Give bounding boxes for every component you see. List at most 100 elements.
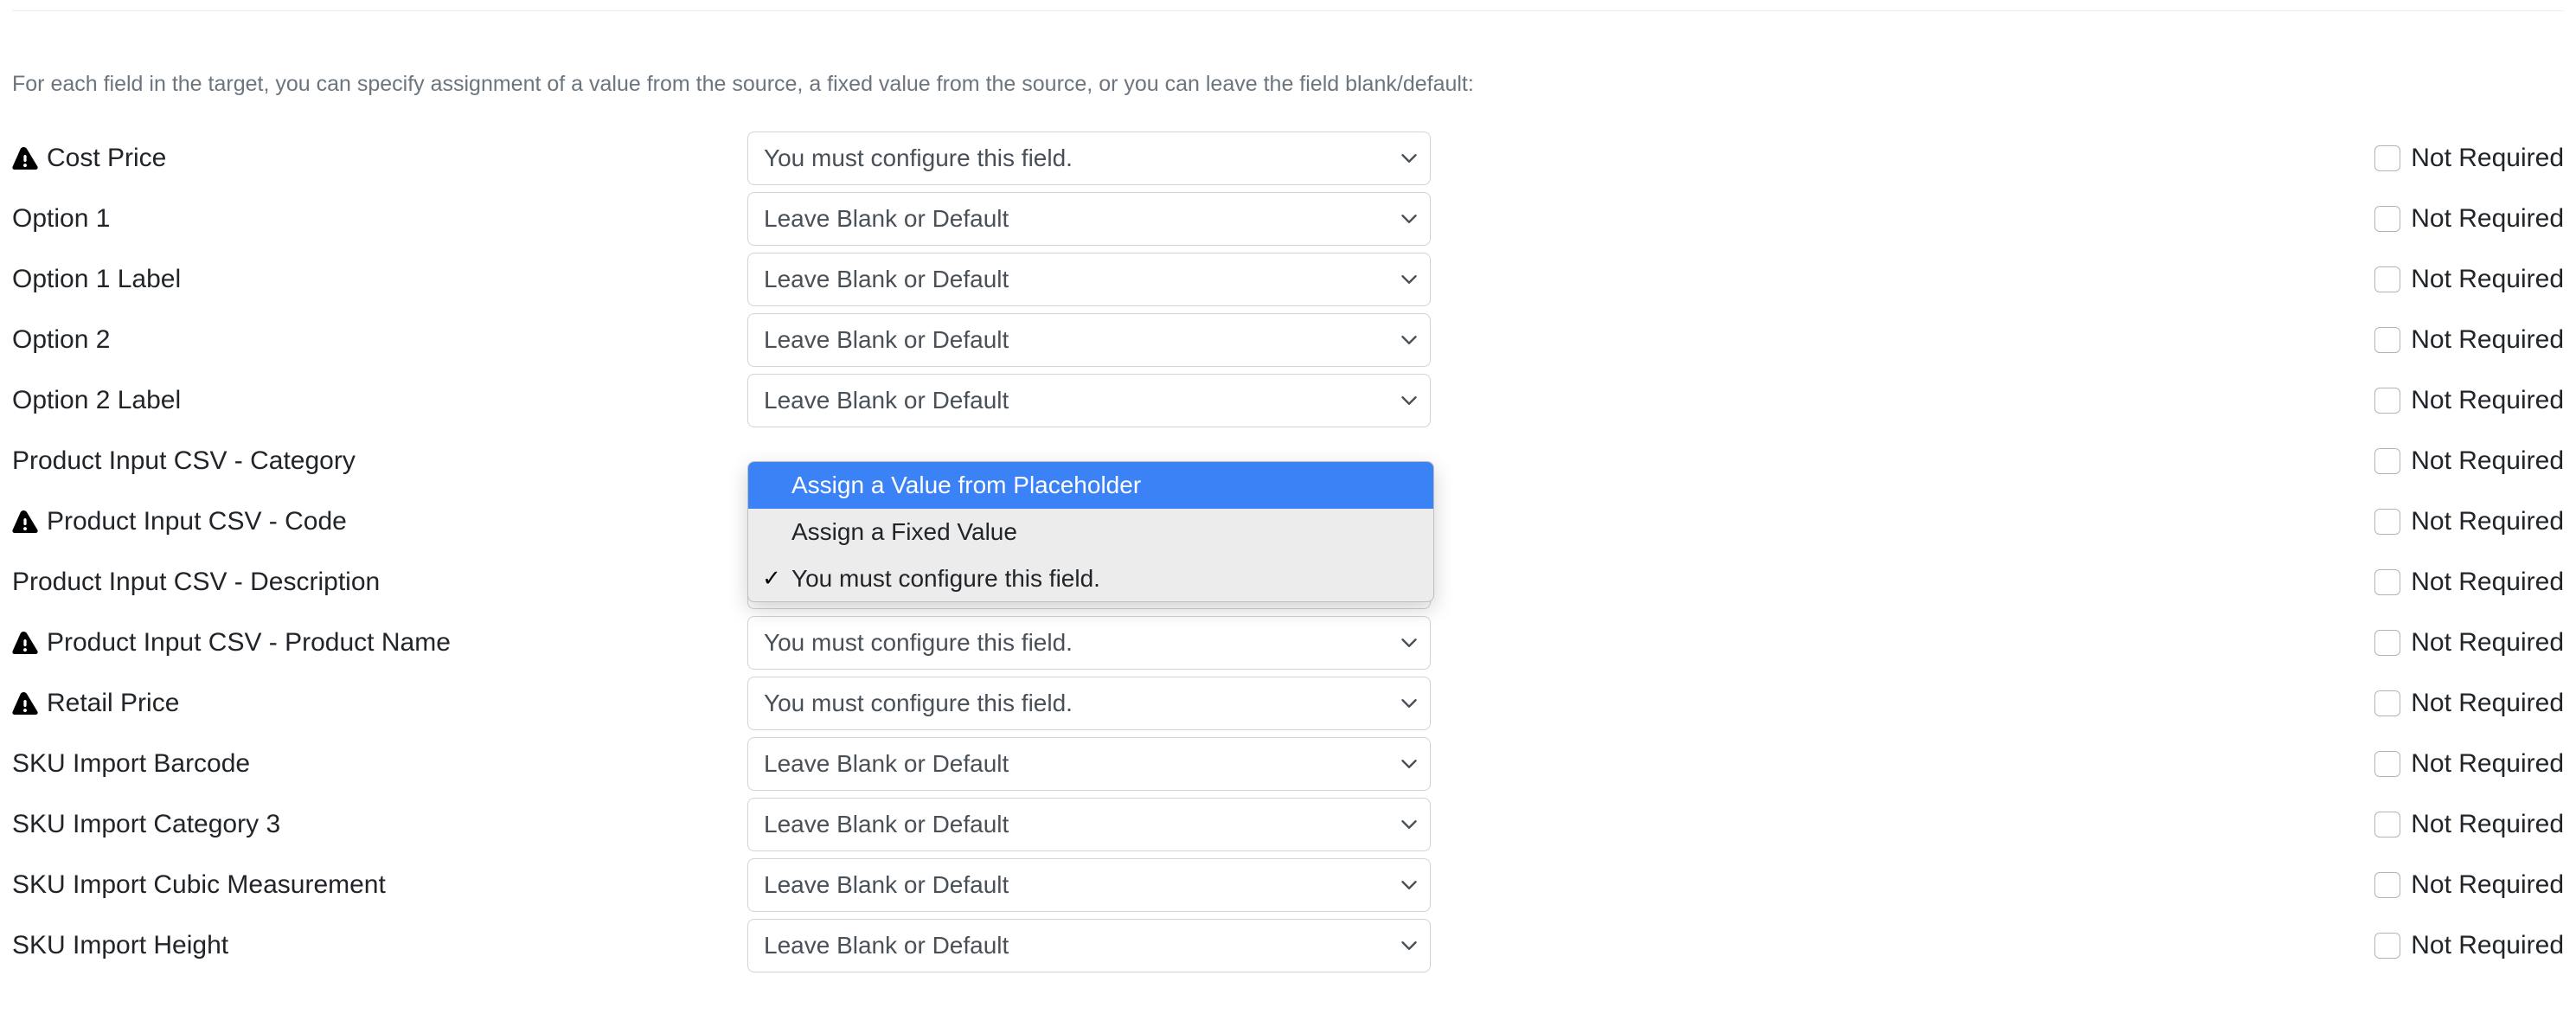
not-required-checkbox[interactable] <box>2374 145 2400 171</box>
field-label: Product Input CSV - Category <box>12 446 356 476</box>
field-label: Option 1 Label <box>12 265 181 294</box>
mapping-select[interactable]: Leave Blank or Default <box>747 313 1431 367</box>
field-label: Option 1 <box>12 204 110 234</box>
mapping-select-value: Leave Blank or Default <box>764 205 1009 233</box>
not-required-checkbox[interactable] <box>2374 751 2400 777</box>
mapping-select[interactable]: Leave Blank or Default <box>747 374 1431 427</box>
not-required-checkbox[interactable] <box>2374 448 2400 474</box>
intro-text: For each field in the target, you can sp… <box>12 72 2564 97</box>
mapping-select[interactable]: Leave Blank or Default <box>747 737 1431 791</box>
mapping-select-value: Leave Blank or Default <box>764 811 1009 838</box>
dropdown-option-label: Assign a Fixed Value <box>791 516 1017 549</box>
dropdown-option-label: Assign a Value from Placeholder <box>791 469 1141 502</box>
chevron-down-icon <box>1401 819 1417 830</box>
not-required-checkbox[interactable] <box>2374 266 2400 292</box>
mapping-select[interactable]: Leave Blank or Default <box>747 798 1431 851</box>
not-required-cell: Not Required <box>2374 870 2564 900</box>
not-required-checkbox[interactable] <box>2374 872 2400 898</box>
select-wrap: Leave Blank or Default <box>747 253 1431 306</box>
mapping-select-value: Leave Blank or Default <box>764 266 1009 293</box>
select-wrap: Leave Blank or Default <box>747 313 1431 367</box>
not-required-checkbox[interactable] <box>2374 812 2400 838</box>
dropdown-option[interactable]: Assign a Value from Placeholder <box>748 462 1433 509</box>
mapping-select-value: Leave Blank or Default <box>764 326 1009 354</box>
section-divider <box>12 10 2564 11</box>
dropdown-option-label: You must configure this field. <box>791 562 1100 595</box>
warning-icon <box>12 147 38 170</box>
field-label-cell: Product Input CSV - Product Name <box>12 628 747 658</box>
field-label: Retail Price <box>47 689 179 718</box>
field-label-cell: SKU Import Category 3 <box>12 810 747 839</box>
field-label: Option 2 <box>12 325 110 355</box>
not-required-checkbox[interactable] <box>2374 509 2400 535</box>
mapping-select[interactable]: Leave Blank or Default <box>747 858 1431 912</box>
mapping-select[interactable]: You must configure this field. <box>747 677 1431 730</box>
not-required-cell: Not Required <box>2374 144 2564 173</box>
not-required-checkbox[interactable] <box>2374 327 2400 353</box>
field-label-cell: Product Input CSV - Description <box>12 568 747 597</box>
warning-icon <box>12 692 38 715</box>
chevron-down-icon <box>1401 759 1417 769</box>
chevron-down-icon <box>1401 153 1417 164</box>
not-required-label: Not Required <box>2411 204 2564 234</box>
check-icon: ✓ <box>760 563 783 594</box>
chevron-down-icon <box>1401 214 1417 224</box>
mapping-select[interactable]: Leave Blank or Default <box>747 192 1431 246</box>
field-row: Option 1 Leave Blank or Default Not Requir… <box>12 192 2564 246</box>
mapping-select-value: Leave Blank or Default <box>764 932 1009 959</box>
not-required-label: Not Required <box>2411 507 2564 536</box>
select-wrap: You must configure this field. <box>747 677 1431 730</box>
field-row: SKU Import Category 3 Leave Blank or Defa… <box>12 798 2564 851</box>
not-required-label: Not Required <box>2411 446 2564 476</box>
mapping-select[interactable]: You must configure this field. <box>747 616 1431 670</box>
not-required-cell: Not Required <box>2374 446 2564 476</box>
select-wrap: You must configure this field. <box>747 616 1431 670</box>
field-label: Option 2 Label <box>12 386 181 415</box>
chevron-down-icon <box>1401 335 1417 345</box>
field-row: Product Input CSV - Product NameYou must… <box>12 616 2564 670</box>
field-label-cell: SKU Import Height <box>12 931 747 960</box>
mapping-select-value: Leave Blank or Default <box>764 871 1009 899</box>
warning-icon <box>12 510 38 533</box>
dropdown-option[interactable]: ✓ You must configure this field. <box>748 555 1433 602</box>
mapping-select[interactable]: Leave Blank or Default <box>747 253 1431 306</box>
not-required-checkbox[interactable] <box>2374 630 2400 656</box>
field-row: Product Input CSV - CategoryAssign a Val… <box>12 434 2564 488</box>
not-required-label: Not Required <box>2411 689 2564 718</box>
not-required-cell: Not Required <box>2374 204 2564 234</box>
not-required-label: Not Required <box>2411 568 2564 597</box>
not-required-label: Not Required <box>2411 931 2564 960</box>
not-required-cell: Not Required <box>2374 507 2564 536</box>
not-required-label: Not Required <box>2411 265 2564 294</box>
field-row: Retail Price You must configure this fiel… <box>12 677 2564 730</box>
dropdown-option[interactable]: Assign a Fixed Value <box>748 509 1433 555</box>
field-row: Option 2 Label Leave Blank or Default Not … <box>12 374 2564 427</box>
select-wrap: You must configure this field. <box>747 132 1431 185</box>
select-wrap: Leave Blank or Default <box>747 858 1431 912</box>
chevron-down-icon <box>1401 638 1417 648</box>
not-required-checkbox[interactable] <box>2374 933 2400 959</box>
not-required-label: Not Required <box>2411 386 2564 415</box>
mapping-select-dropdown[interactable]: Assign a Value from Placeholder Assign a … <box>747 461 1434 602</box>
select-wrap: Leave Blank or Default <box>747 737 1431 791</box>
mapping-select-value: Leave Blank or Default <box>764 750 1009 778</box>
mapping-select[interactable]: You must configure this field. <box>747 132 1431 185</box>
field-row: SKU Import BarcodeLeave Blank or Default… <box>12 737 2564 791</box>
mapping-select[interactable]: Leave Blank or Default <box>747 919 1431 972</box>
not-required-checkbox[interactable] <box>2374 206 2400 232</box>
not-required-checkbox[interactable] <box>2374 388 2400 414</box>
warning-icon <box>12 632 38 654</box>
not-required-cell: Not Required <box>2374 810 2564 839</box>
not-required-cell: Not Required <box>2374 628 2564 658</box>
field-label: SKU Import Category 3 <box>12 810 280 839</box>
not-required-label: Not Required <box>2411 144 2564 173</box>
not-required-cell: Not Required <box>2374 749 2564 779</box>
field-row: SKU Import Cubic MeasurementLeave Blank … <box>12 858 2564 912</box>
field-label-cell: Option 1 <box>12 204 747 234</box>
field-mapping-rows: Cost PriceYou must configure this field.… <box>12 132 2564 972</box>
field-label-cell: Option 2 Label <box>12 386 747 415</box>
not-required-label: Not Required <box>2411 628 2564 658</box>
not-required-label: Not Required <box>2411 325 2564 355</box>
not-required-checkbox[interactable] <box>2374 569 2400 595</box>
not-required-checkbox[interactable] <box>2374 690 2400 716</box>
